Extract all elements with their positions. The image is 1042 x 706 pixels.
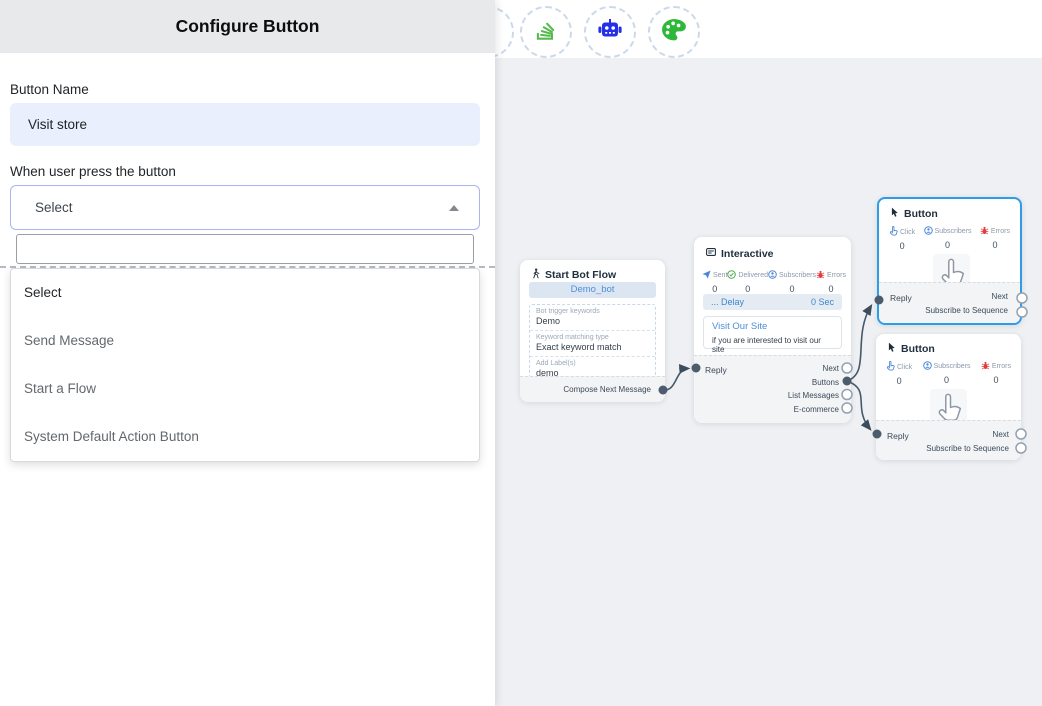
stat-errors: Errors 0 bbox=[980, 226, 1010, 251]
field-label: Add Label(s) bbox=[536, 359, 649, 368]
button-stats: Click 0 Subscribers 0 Errors 0 bbox=[886, 361, 1011, 386]
field-label: Bot trigger keywords bbox=[536, 307, 649, 316]
start-node-fields: Bot trigger keywords Demo Keyword matchi… bbox=[529, 304, 656, 383]
message-body: if you are interested to visit our site bbox=[712, 336, 833, 354]
bot-name-pill[interactable]: Demo_bot bbox=[529, 282, 656, 298]
compose-next-message-output[interactable]: Compose Next Message bbox=[563, 385, 651, 394]
stat-subscribers: Subscribers 0 bbox=[923, 361, 971, 386]
stat-errors: Errors 0 bbox=[981, 361, 1011, 386]
interactive-message-card[interactable]: Visit Our Site if you are interested to … bbox=[703, 316, 842, 349]
start-node-footer: Compose Next Message bbox=[520, 376, 665, 402]
cursor-icon bbox=[888, 342, 896, 356]
stat-subscribers: Subscribers 0 bbox=[924, 226, 972, 251]
delivered-check-icon bbox=[727, 270, 736, 281]
button-node-header: Button bbox=[891, 207, 938, 221]
reply-input-label[interactable]: Reply bbox=[705, 365, 727, 375]
option-select[interactable]: Select bbox=[11, 269, 479, 317]
toolbar-circle-palette[interactable] bbox=[648, 6, 700, 58]
option-system-default-action-button[interactable]: System Default Action Button bbox=[11, 413, 479, 461]
cursor-icon bbox=[891, 207, 899, 221]
stat-errors: Errors 0 bbox=[816, 270, 846, 294]
errors-bug-icon bbox=[816, 270, 825, 281]
interactive-node[interactable]: Interactive Sent 0 Delivered 0 Subscribe… bbox=[694, 237, 851, 423]
caret-up-icon bbox=[449, 205, 459, 211]
button-node-title: Button bbox=[904, 208, 938, 220]
field-row: Bot trigger keywords Demo bbox=[530, 305, 655, 331]
button-node-title: Button bbox=[901, 343, 935, 355]
stat-click: Click 0 bbox=[889, 226, 915, 251]
subscribers-icon bbox=[923, 361, 932, 372]
action-select-value: Select bbox=[35, 200, 73, 215]
robot-icon bbox=[596, 17, 624, 47]
palette-icon bbox=[661, 18, 687, 47]
chat-card-icon bbox=[706, 247, 716, 260]
delay-value: 0 Sec bbox=[811, 297, 834, 307]
interactive-stats: Sent 0 Delivered 0 Subscribers 0 Errors … bbox=[702, 270, 843, 294]
stat-subscribers: Subscribers 0 bbox=[768, 270, 816, 294]
edge-start-to-interactive bbox=[663, 369, 688, 391]
start-node-title: Start Bot Flow bbox=[545, 269, 616, 281]
reply-input-label[interactable]: Reply bbox=[890, 293, 912, 303]
option-start-a-flow[interactable]: Start a Flow bbox=[11, 365, 479, 413]
interactive-node-title: Interactive bbox=[721, 248, 774, 260]
errors-bug-icon bbox=[980, 226, 989, 237]
output-buttons[interactable]: Buttons bbox=[812, 378, 839, 387]
field-value: Exact keyword match bbox=[536, 342, 649, 353]
errors-bug-icon bbox=[981, 361, 990, 372]
output-subscribe-sequence[interactable]: Subscribe to Sequence bbox=[925, 306, 1008, 315]
toolbar-circle-robot[interactable] bbox=[584, 6, 636, 58]
output-next[interactable]: Next bbox=[992, 292, 1008, 301]
delay-bar[interactable]: ... Delay 0 Sec bbox=[703, 294, 842, 310]
delay-label: ... Delay bbox=[711, 297, 744, 307]
button-node-footer: Reply Next Subscribe to Sequence bbox=[876, 420, 1021, 460]
subscribers-icon bbox=[768, 270, 777, 281]
interactive-node-header: Interactive bbox=[706, 247, 774, 260]
start-bot-flow-node[interactable]: Start Bot Flow Demo_bot Bot trigger keyw… bbox=[520, 260, 665, 402]
stat-click: Click 0 bbox=[886, 361, 912, 386]
dropdown-search-input[interactable] bbox=[16, 234, 474, 264]
toolbar-circle-layers[interactable] bbox=[520, 6, 572, 58]
interactive-node-footer: Reply Next Buttons List Messages E-comme… bbox=[694, 355, 851, 423]
option-send-message[interactable]: Send Message bbox=[11, 317, 479, 365]
field-value: Demo bbox=[536, 316, 649, 327]
stat-sent: Sent 0 bbox=[702, 270, 727, 294]
click-icon bbox=[886, 361, 895, 373]
field-label: Keyword matching type bbox=[536, 333, 649, 342]
output-next[interactable]: Next bbox=[823, 364, 839, 373]
field-row: Keyword matching type Exact keyword matc… bbox=[530, 331, 655, 357]
button-node-footer: Reply Next Subscribe to Sequence bbox=[879, 282, 1020, 323]
button-stats: Click 0 Subscribers 0 Errors 0 bbox=[889, 226, 1010, 251]
button-node-1[interactable]: Button Click 0 Subscribers 0 Errors 0 Re… bbox=[877, 197, 1022, 325]
reply-input-label[interactable]: Reply bbox=[887, 431, 909, 441]
walking-person-icon bbox=[532, 268, 540, 282]
output-list-messages[interactable]: List Messages bbox=[788, 391, 839, 400]
configure-button-panel: Configure Button Button Name When user p… bbox=[0, 0, 495, 706]
panel-title: Configure Button bbox=[0, 0, 495, 53]
button-name-label: Button Name bbox=[10, 82, 89, 97]
button-node-2[interactable]: Button Click 0 Subscribers 0 Errors 0 Re… bbox=[876, 334, 1021, 460]
action-select[interactable]: Select bbox=[10, 185, 480, 230]
layers-icon bbox=[533, 17, 559, 48]
button-name-input[interactable] bbox=[10, 103, 480, 146]
output-ecommerce[interactable]: E-commerce bbox=[794, 405, 839, 414]
message-title: Visit Our Site bbox=[712, 321, 833, 332]
button-node-header: Button bbox=[888, 342, 935, 356]
action-dropdown-list: Select Send Message Start a Flow System … bbox=[10, 268, 480, 462]
subscribers-icon bbox=[924, 226, 933, 237]
click-icon bbox=[889, 226, 898, 238]
action-label: When user press the button bbox=[10, 164, 176, 179]
send-icon bbox=[702, 270, 711, 281]
output-next[interactable]: Next bbox=[993, 430, 1009, 439]
output-subscribe-sequence[interactable]: Subscribe to Sequence bbox=[926, 444, 1009, 453]
stat-delivered: Delivered 0 bbox=[727, 270, 768, 294]
start-node-header: Start Bot Flow bbox=[532, 268, 616, 282]
